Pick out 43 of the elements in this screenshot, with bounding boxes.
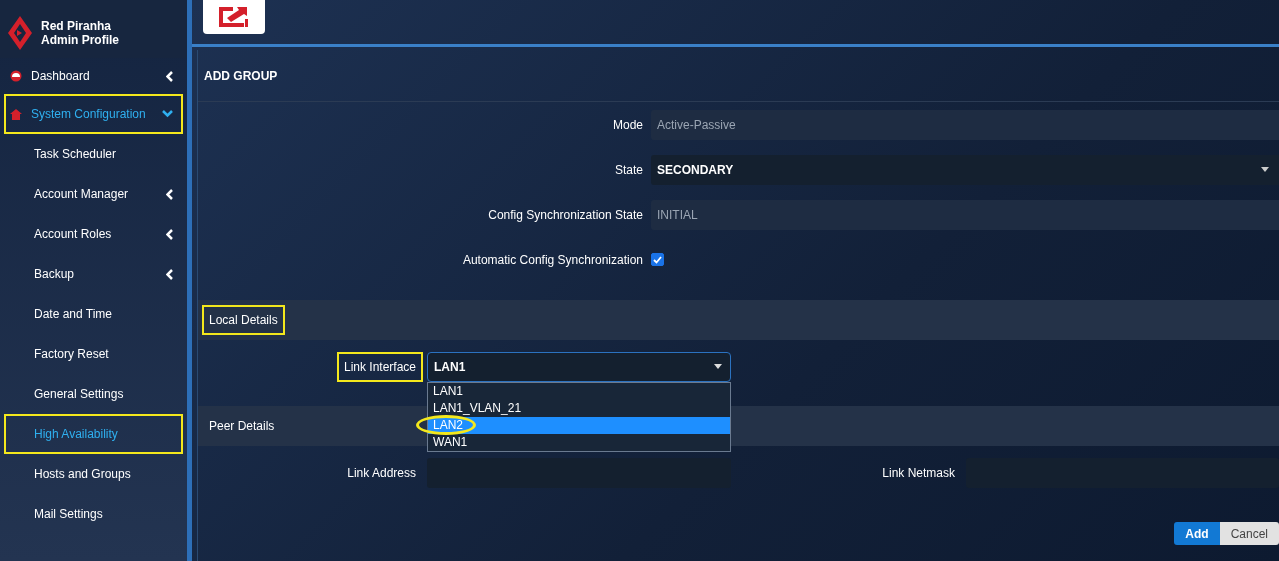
sidebar-subitem[interactable]: Mail Settings — [4, 494, 183, 534]
caret-icon — [1261, 167, 1269, 172]
chevron-left-icon — [166, 188, 173, 200]
dropdown-option[interactable]: WAN1 — [428, 433, 730, 451]
section-title: Peer Details — [208, 418, 276, 435]
field-label: Link Netmask — [881, 464, 956, 482]
sidebar-item[interactable]: Dashboard — [4, 56, 183, 96]
select-field[interactable]: SECONDARY — [651, 154, 1279, 185]
field-label: Link Address — [346, 464, 417, 482]
gauge-icon — [10, 70, 22, 82]
sidebar-subitem[interactable]: Account Manager — [4, 174, 183, 214]
brand-subtitle: Admin Profile — [41, 33, 119, 47]
section-title: Local Details — [202, 305, 285, 335]
dropdown-option[interactable]: LAN1 — [428, 382, 730, 400]
sidebar-subitem[interactable]: Factory Reset — [4, 334, 183, 374]
field-label: Automatic Config Synchronization — [461, 252, 643, 267]
field-label: State — [613, 162, 643, 177]
add-button[interactable]: Add — [1174, 522, 1220, 545]
field-label: Config Synchronization State — [487, 207, 643, 222]
field-label: Link Interface — [336, 351, 423, 382]
select-field[interactable]: LAN1 — [427, 351, 731, 382]
cancel-button[interactable]: Cancel — [1219, 522, 1279, 545]
sidebar-subitem[interactable]: Backup — [4, 254, 183, 294]
sidebar-subitem[interactable]: Task Scheduler — [4, 134, 183, 174]
field-label: Mode — [611, 117, 643, 132]
chevron-down-icon — [162, 110, 173, 118]
brand-name: Red Piranha — [41, 19, 113, 33]
caret-icon — [714, 364, 722, 369]
chevron-left-icon — [166, 268, 173, 280]
logo-icon — [8, 16, 32, 50]
panel-title: ADD GROUP — [198, 50, 1279, 102]
sidebar-subitem[interactable]: General Settings — [4, 374, 183, 414]
sidebar-subitem[interactable]: High Availability — [4, 414, 183, 454]
sidebar-subitem[interactable]: Account Roles — [4, 214, 183, 254]
sidebar-subitem[interactable]: Date and Time — [4, 294, 183, 334]
chevron-left-icon — [166, 70, 173, 82]
logo-icon — [217, 5, 251, 29]
dropdown-option[interactable]: LAN1_VLAN_21 — [428, 399, 730, 417]
sidebar-subitem[interactable]: Hosts and Groups — [4, 454, 183, 494]
home-icon — [10, 108, 22, 120]
chevron-left-icon — [166, 228, 173, 240]
sidebar-item[interactable]: System Configuration — [4, 94, 183, 134]
checkbox[interactable] — [651, 253, 664, 266]
